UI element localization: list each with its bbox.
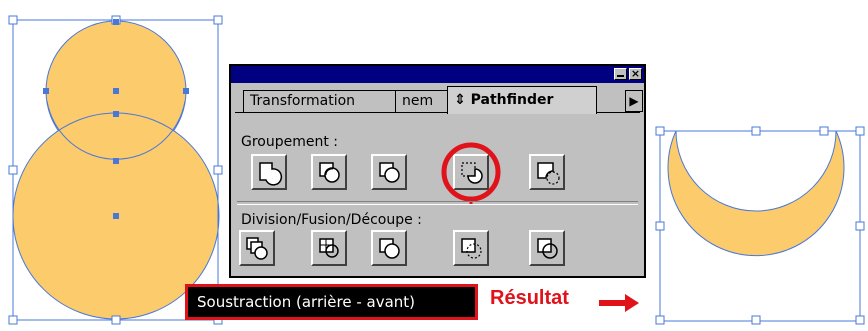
trim-button[interactable] [311,230,347,266]
close-button[interactable]: × [629,68,642,80]
tab-options-icon: ⇕ [454,92,466,108]
intersect-icon [319,162,340,183]
result-shape[interactable] [667,130,845,257]
merge-icon [379,238,400,259]
source-shapes[interactable] [12,20,220,320]
tab-pathfinder-label: Pathfinder [470,92,554,108]
pathfinder-palette: × Transformation nem ⇕ Pathfinder ▶ Grou… [229,64,646,278]
tab-scroll-arrow[interactable]: ▶ [625,90,643,112]
exclude-icon [379,162,400,183]
divide-button[interactable] [239,230,275,266]
minimize-button[interactable] [614,68,627,80]
result-label: Résultat [490,287,569,309]
exclude-button[interactable] [371,154,407,190]
highlight-ring [441,142,501,204]
unite-button[interactable] [251,154,287,190]
result-arrow-icon [599,294,639,312]
division-label: Division/Fusion/Découpe : [241,212,422,228]
outline-icon [537,238,558,259]
crop-button[interactable] [453,230,489,266]
minus-front-icon [537,162,560,185]
divide-icon [246,237,268,260]
tab-pathfinder[interactable]: ⇕ Pathfinder [447,86,597,114]
unite-icon [259,162,283,186]
crop-icon [461,238,482,259]
minus-front-button[interactable] [529,154,565,190]
tab-alignement[interactable]: nem [395,90,455,112]
palette-titlebar[interactable]: × [231,66,644,83]
trim-icon [319,238,339,258]
tab-transformation[interactable]: Transformation [243,90,399,112]
tooltip-soustraction: Soustraction (arrière - avant) [185,284,478,320]
palette-tabs: Transformation nem ⇕ Pathfinder ▶ [237,86,643,114]
intersect-button[interactable] [311,154,347,190]
outline-button[interactable] [529,230,565,266]
merge-button[interactable] [371,230,407,266]
groupement-label: Groupement : [241,134,339,150]
section-separator [237,201,638,205]
